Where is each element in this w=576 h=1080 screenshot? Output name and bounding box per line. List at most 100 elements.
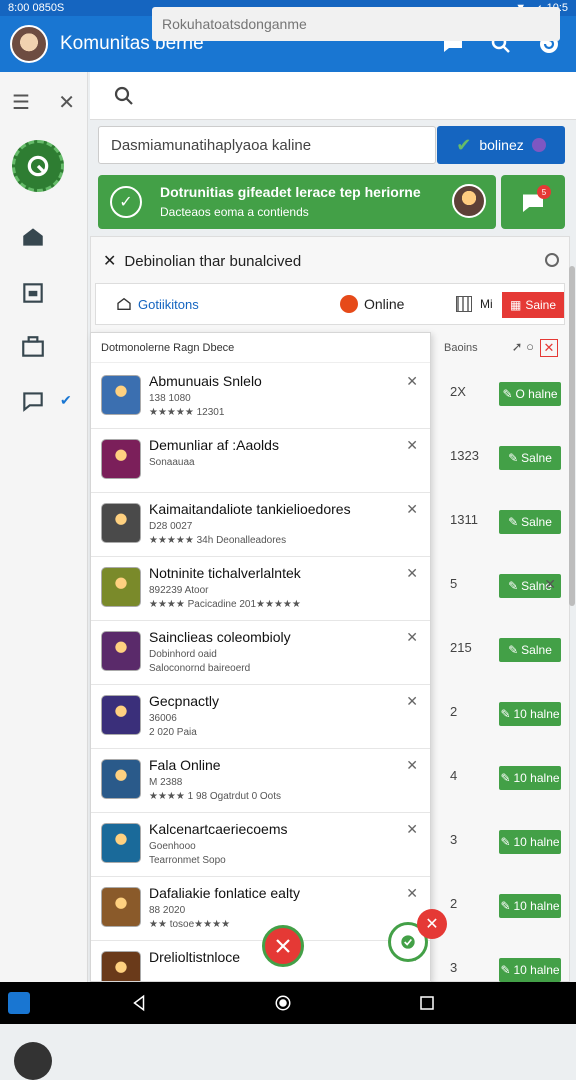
game-stats: 88 2020 <box>149 905 186 916</box>
right-column-header: Baoins ➚ ○ ✕ <box>432 333 570 363</box>
list-item[interactable]: Kaimaitandaliote tankielioedores D28 0027… <box>91 491 430 557</box>
close-red-icon[interactable]: ✕ <box>540 339 558 357</box>
calendar-icon[interactable] <box>20 280 46 306</box>
app-avatar[interactable] <box>10 25 48 63</box>
scrollbar[interactable] <box>569 266 575 606</box>
tab-online-label: Online <box>364 296 405 312</box>
list-item[interactable]: Kalcenartcaeriecoems Goenhooo Tearronmet S… <box>91 811 430 877</box>
player-count-row: 5 ✎ Salne ✕ <box>432 554 570 620</box>
share-icon <box>276 939 290 953</box>
player-count: 2X <box>450 384 466 399</box>
pin-icon[interactable]: ➚ ○ <box>512 339 534 355</box>
player-count-row: 2X ✎ O halne <box>432 362 570 428</box>
back-icon[interactable] <box>130 994 148 1012</box>
home-nav-icon[interactable] <box>274 994 292 1012</box>
status-time-left: 8:00 0850S <box>8 2 65 14</box>
list-item[interactable]: Demunliar af :Aaolds Sonaauaa ✕ <box>91 427 430 493</box>
list-item[interactable]: Sainclieas coleombioly Dobinhord oaid Salo… <box>91 619 430 685</box>
player-count: 5 <box>450 576 458 591</box>
share-fab[interactable] <box>262 925 304 967</box>
game-stats: Dobinhord oaid <box>149 649 217 660</box>
game-thumbnail <box>101 759 141 799</box>
join-button[interactable]: ✎ 10 halne <box>499 894 561 918</box>
recents-icon[interactable] <box>418 994 436 1012</box>
close-icon[interactable]: ✕ <box>406 565 418 582</box>
chat-icon[interactable] <box>20 388 46 414</box>
tab-online[interactable]: Online <box>340 295 404 313</box>
community-banner[interactable]: ✓ Dotrunitias gifeadet lerace tep herior… <box>98 175 496 229</box>
chat-button[interactable]: 5 <box>501 175 565 229</box>
join-button[interactable]: ✎ 10 halne <box>499 958 561 982</box>
online-button[interactable]: ✔ bolinez <box>437 126 565 164</box>
list-item[interactable]: Gecpnactly 36006 2 020 Paia ✕ <box>91 683 430 749</box>
close-icon[interactable]: ✕ <box>406 885 418 902</box>
game-thumbnail <box>101 887 141 927</box>
join-button[interactable]: ✎ 10 halne <box>499 702 561 726</box>
list-item[interactable]: Abmunuais Snlelo 138 1080 ★★★★★ 12301 ✕ <box>91 363 430 429</box>
close-icon[interactable]: ✕ <box>544 576 556 593</box>
player-count-row: 2 ✎ 10 halne <box>432 682 570 748</box>
close-icon[interactable]: ✕ <box>406 757 418 774</box>
list-item[interactable]: Notninite tichalverlalntek 892239 Atoor ★★… <box>91 555 430 621</box>
list-item[interactable]: Fala Online M 2388 ★★★★ 1 98 Ogatrdut 0 Oo… <box>91 747 430 813</box>
search-input[interactable] <box>152 7 560 41</box>
banner-avatar <box>452 184 486 218</box>
game-name: Demunliar af :Aaolds <box>149 437 279 453</box>
join-icon: ✎ <box>508 579 519 593</box>
join-button[interactable]: ✎ Salne <box>499 638 561 662</box>
game-name: Dafaliakie fonlatice ealty <box>149 885 300 901</box>
tab-red-button[interactable]: ▦ Saine <box>502 292 564 318</box>
join-label: 10 halne <box>513 963 560 977</box>
briefcase-icon[interactable] <box>20 334 46 360</box>
tab-red-label: Saine <box>525 298 557 312</box>
close-icon[interactable]: ✕ <box>103 251 116 271</box>
close-icon[interactable]: ✕ <box>406 821 418 838</box>
menu-icon[interactable]: ☰ <box>12 90 30 115</box>
close-icon[interactable]: ✕ <box>406 373 418 390</box>
player-count-row: 1323 ✎ Salne <box>432 426 570 492</box>
join-button[interactable]: ✎ 10 halne <box>499 830 561 854</box>
tab-games-label: Gotiikitons <box>138 296 199 312</box>
player-count-row: 3 ✎ 10 halne <box>432 810 570 876</box>
filter-field[interactable]: Dasmiamunatihaplyaoa kaline <box>98 126 436 164</box>
list-item[interactable]: Drelioltistnloce✕ <box>91 939 430 981</box>
player-count: 1323 <box>450 448 479 463</box>
join-button[interactable]: ✎ 10 halne <box>499 766 561 790</box>
player-count-row: 1311 ✎ Salne <box>432 490 570 556</box>
community-logo[interactable] <box>12 140 64 192</box>
close-icon[interactable]: ✕ <box>406 629 418 646</box>
game-rating: ★★★★★ 34h Deonalleadores <box>149 535 287 546</box>
join-button[interactable]: ✎ O halne <box>499 382 561 406</box>
close-icon[interactable]: ✕ <box>58 90 75 115</box>
game-rating: ★★ tosoe★★★★ <box>149 919 231 930</box>
radio-icon[interactable] <box>545 253 559 267</box>
basketball-icon <box>340 295 358 313</box>
join-icon: ✎ <box>500 899 511 913</box>
right-header-label: Baoins <box>444 342 478 354</box>
home-icon[interactable] <box>20 224 46 250</box>
game-name: Gecpnactly <box>149 693 220 709</box>
close-icon[interactable]: ✕ <box>406 693 418 710</box>
join-icon: ✎ <box>500 707 511 721</box>
player-count-row: 2 ✎ 10 halne <box>432 874 570 940</box>
banner-check-icon: ✓ <box>110 186 142 218</box>
tab-games[interactable]: Gotiikitons <box>116 296 199 312</box>
game-name: Kalcenartcaeriecoems <box>149 821 288 837</box>
game-stats: 138 1080 <box>149 393 191 404</box>
player-count: 215 <box>450 640 472 655</box>
game-name: Notninite tichalverlalntek <box>149 565 301 581</box>
check-icon: ✔ <box>456 134 472 155</box>
app-shortcut-icon[interactable] <box>8 992 30 1014</box>
tab-grid[interactable]: Mi <box>456 296 493 312</box>
join-button[interactable]: ✎ Salne <box>499 446 561 470</box>
player-count-row: 215 ✎ Salne <box>432 618 570 684</box>
dismiss-fab[interactable]: ✕ <box>417 909 447 939</box>
join-label: 10 halne <box>513 771 560 785</box>
close-icon[interactable]: ✕ <box>406 501 418 518</box>
close-icon[interactable]: ✕ <box>406 437 418 454</box>
sidebar-fab[interactable] <box>14 1042 52 1080</box>
game-thumbnail <box>101 823 141 863</box>
join-button[interactable]: ✎ Salne <box>499 510 561 534</box>
list-item[interactable]: Dafaliakie fonlatice ealty 88 2020 ★★ toso… <box>91 875 430 941</box>
game-rating: 2 020 Paia <box>149 727 197 738</box>
